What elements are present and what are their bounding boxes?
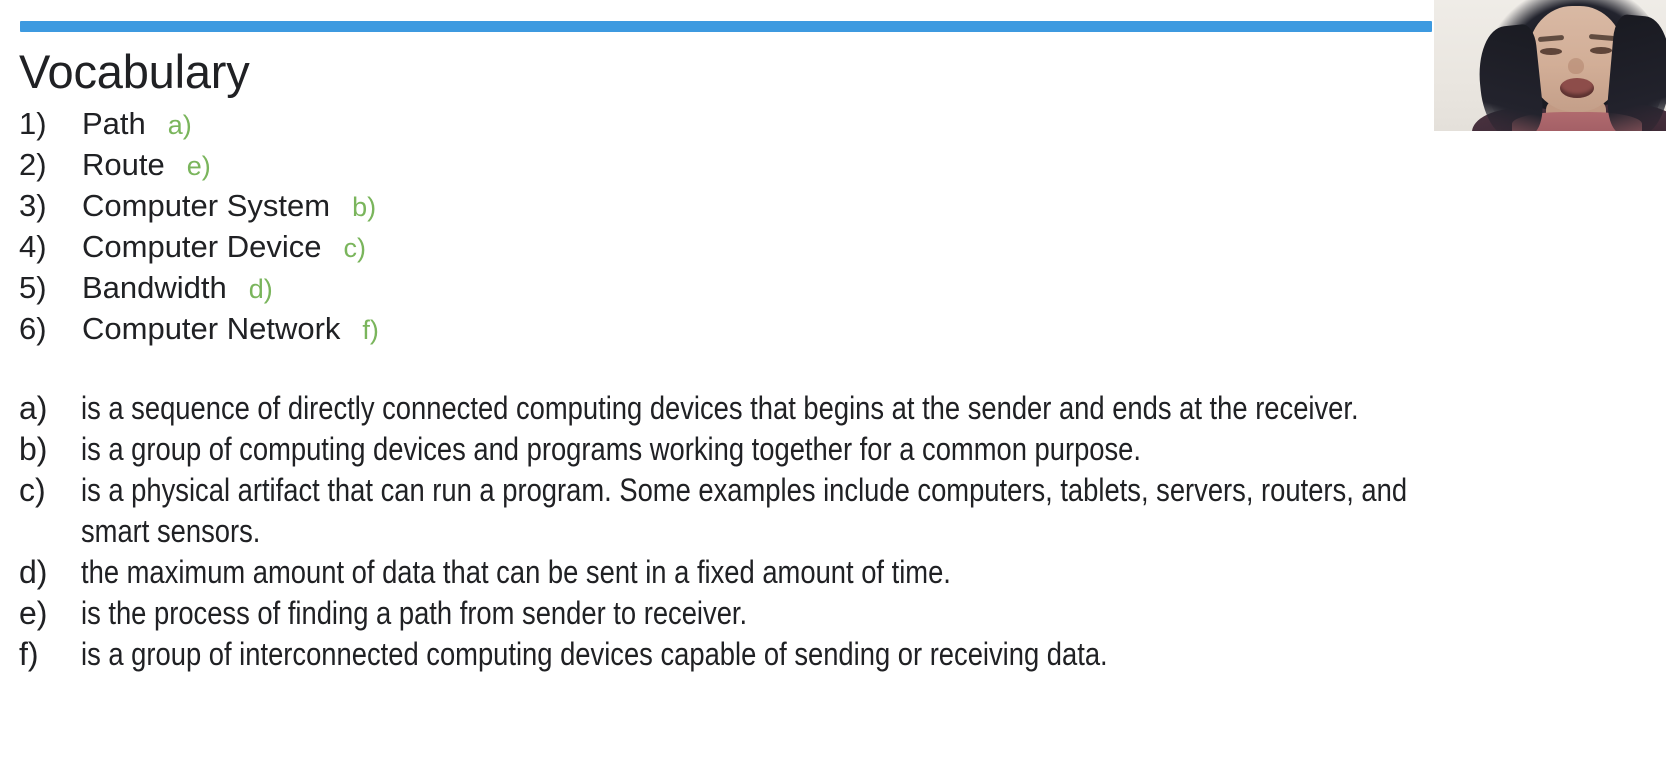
vocabulary-term-number: 6) [19, 311, 47, 346]
definition-letter: e) [19, 595, 48, 631]
definition-letter: b) [19, 431, 48, 467]
definition-row: a) is a sequence of directly connected c… [19, 388, 1659, 429]
definition-letter: a) [19, 390, 48, 426]
vocabulary-term-row: 5) Bandwidth d) [19, 267, 819, 308]
vocabulary-term-answer: d) [248, 274, 273, 304]
definition-text: is a group of interconnected computing d… [81, 636, 1108, 672]
vocabulary-term-number: 5) [19, 270, 47, 305]
presenter-webcam-overlay[interactable] [1434, 0, 1666, 131]
definition-text: is a physical artifact that can run a pr… [81, 472, 1408, 549]
definition-list: a) is a sequence of directly connected c… [19, 388, 1659, 675]
definition-text: is the process of finding a path from se… [81, 595, 748, 631]
definition-row: c) is a physical artifact that can run a… [19, 470, 1659, 552]
accent-bar [20, 21, 1432, 32]
definition-row: d) the maximum amount of data that can b… [19, 552, 1659, 593]
vocabulary-term-number: 3) [19, 188, 47, 223]
page-title: Vocabulary [19, 45, 250, 98]
vocabulary-term-number: 1) [19, 106, 47, 141]
vocabulary-term-row: 4) Computer Device c) [19, 226, 819, 267]
definition-row: e) is the process of finding a path from… [19, 593, 1659, 634]
vocabulary-term-row: 3) Computer System b) [19, 185, 819, 226]
vocabulary-term-answer: e) [186, 151, 211, 181]
vocabulary-term-row: 6) Computer Network f) [19, 308, 819, 349]
presenter-mouth [1560, 78, 1594, 98]
definition-letter: f) [19, 636, 39, 672]
definition-text: is a group of computing devices and prog… [81, 431, 1141, 467]
definition-text: is a sequence of directly connected comp… [81, 390, 1359, 426]
vocabulary-term-answer: f) [362, 315, 379, 345]
vocabulary-term-label: Path [82, 106, 146, 141]
vocabulary-term-label: Computer Device [82, 229, 322, 264]
vocabulary-term-row: 1) Path a) [19, 103, 819, 144]
definition-letter: c) [19, 472, 46, 508]
definition-row: b) is a group of computing devices and p… [19, 429, 1659, 470]
vocabulary-term-label: Route [82, 147, 165, 182]
vocabulary-term-answer: a) [167, 110, 192, 140]
vocabulary-term-answer: b) [352, 192, 377, 222]
vocabulary-term-label: Computer System [82, 188, 331, 223]
vocabulary-term-answer: c) [343, 233, 366, 263]
vocabulary-term-number: 2) [19, 147, 47, 182]
presenter-hair-strand-right [1604, 13, 1666, 131]
vocabulary-term-label: Bandwidth [82, 270, 227, 305]
presentation-slide: Vocabulary 1) Path a) 2) Route e) 3) Com… [0, 0, 1666, 778]
vocabulary-term-label: Computer Network [82, 311, 341, 346]
definition-letter: d) [19, 554, 48, 590]
definition-text: the maximum amount of data that can be s… [81, 554, 951, 590]
vocabulary-term-row: 2) Route e) [19, 144, 819, 185]
presenter-eye-right [1590, 47, 1612, 54]
vocabulary-term-list: 1) Path a) 2) Route e) 3) Computer Syste… [19, 103, 819, 349]
presenter-eye-left [1540, 48, 1562, 55]
presenter-nose [1568, 58, 1584, 74]
definition-row: f) is a group of interconnected computin… [19, 634, 1659, 675]
vocabulary-term-number: 4) [19, 229, 47, 264]
